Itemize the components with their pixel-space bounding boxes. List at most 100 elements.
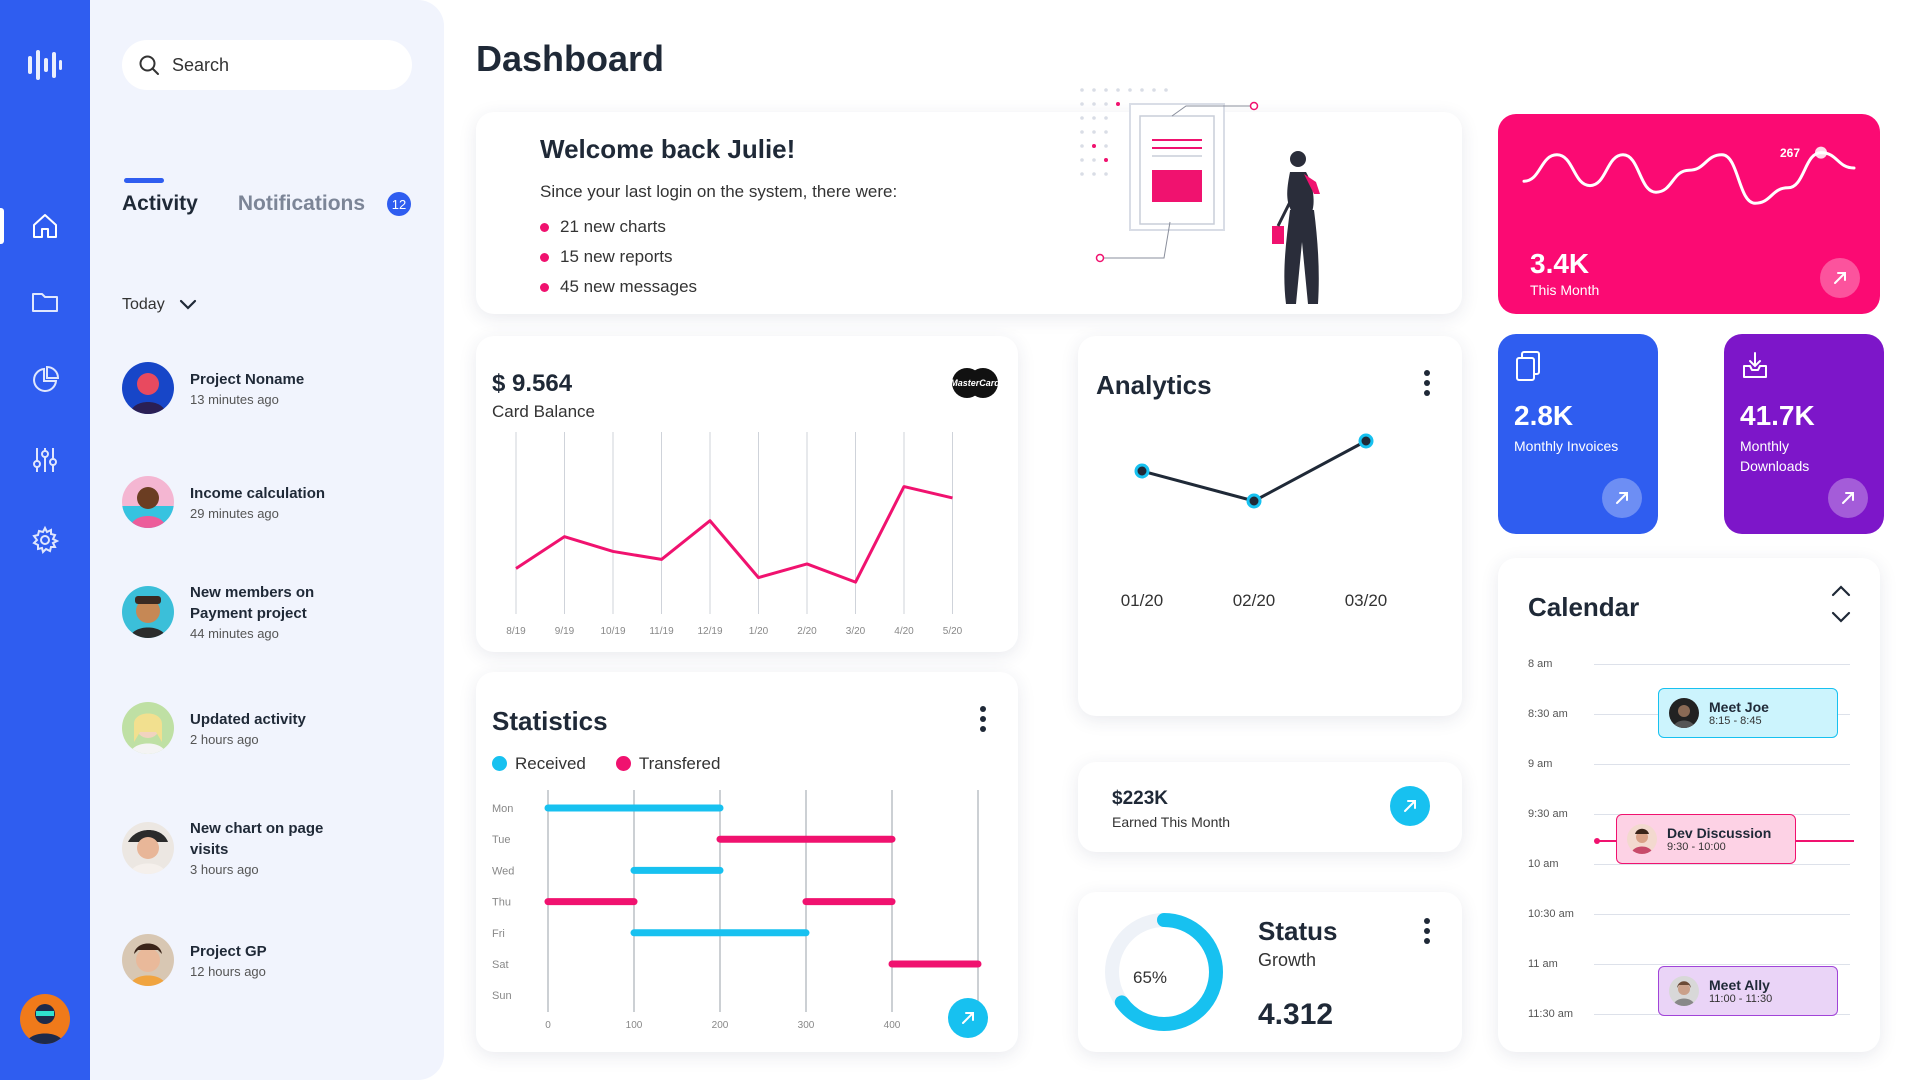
calendar-event[interactable]: Dev Discussion 9:30 - 10:00 (1616, 814, 1796, 864)
nav-rail (0, 0, 90, 1080)
status-menu-icon[interactable] (1420, 914, 1434, 948)
status-subtitle: Growth (1258, 950, 1317, 970)
list-item-time: 12 hours ago (190, 964, 266, 979)
statistics-x-tick: 100 (626, 1020, 643, 1031)
analytics-widget: Analytics 01/20 02/20 03/20 (1078, 336, 1462, 716)
calendar-widget: Calendar 8 am 8:30 am 9 am 9:30 am 10 am… (1498, 558, 1880, 1052)
earned-widget: $223K Earned This Month (1078, 762, 1462, 852)
downloads-open-button[interactable] (1828, 478, 1868, 518)
calendar-time-label: 8 am (1528, 658, 1553, 670)
nav-reports[interactable] (0, 352, 90, 408)
tab-notifications[interactable]: Notifications (238, 192, 365, 216)
this-month-peak-point (1815, 146, 1827, 159)
chevron-up-icon[interactable] (1830, 584, 1852, 598)
this-month-line-series (1522, 151, 1856, 205)
balance-x-tick: 8/19 (506, 626, 526, 637)
invoices-value: 2.8K (1514, 400, 1574, 431)
welcome-bullets: 21 new charts 15 new reports 45 new mess… (540, 212, 697, 302)
balance-amount: $ 9.564 (492, 370, 573, 397)
list-item[interactable]: Income calculation 29 minutes ago (122, 476, 350, 528)
list-item[interactable]: Project GP 12 hours ago (122, 934, 350, 986)
status-widget: 65% Status Growth 4.312 (1078, 892, 1462, 1052)
list-item-time: 3 hours ago (190, 862, 259, 877)
nav-settings[interactable] (0, 512, 90, 568)
status-value: 4.312 (1258, 998, 1334, 1031)
welcome-card: Welcome back Julie! Since your last logi… (476, 88, 1462, 314)
list-item-title: New chart on page visits (190, 820, 324, 858)
nav-filters[interactable] (0, 432, 90, 488)
statistics-x-tick: 0 (545, 1020, 551, 1031)
list-item[interactable]: New chart on page visits 3 hours ago (122, 818, 350, 877)
documents-icon (1516, 351, 1540, 381)
list-item[interactable]: Project Noname 13 minutes ago (122, 362, 350, 414)
statistics-widget: Statistics Received Transfered Mon Tue Wed… (476, 672, 1018, 1052)
list-item[interactable]: New members on Payment project 44 minutes… (122, 582, 350, 641)
list-item-time: 29 minutes ago (190, 506, 279, 521)
statistics-y-tick: Tue (492, 834, 511, 846)
statistics-y-tick: Sat (492, 959, 509, 971)
analytics-x-tick: 01/20 (1121, 591, 1164, 610)
list-item-title: Project GP (190, 943, 267, 960)
avatar (122, 821, 174, 874)
card-balance-widget: $ 9.564 Card Balance MasterCard 8/19 9/19… (476, 336, 1018, 652)
list-item-time: 13 minutes ago (190, 392, 279, 407)
this-month-sparkline (1522, 146, 1856, 205)
search-input[interactable] (172, 54, 392, 76)
statistics-legend: Received Transfered (492, 754, 720, 774)
welcome-title: Welcome back Julie! (540, 134, 796, 164)
statistics-y-tick: Sun (492, 990, 512, 1002)
pie-chart-icon (33, 365, 60, 392)
list-item[interactable]: Updated activity 2 hours ago (122, 702, 350, 754)
list-item-time: 2 hours ago (190, 732, 259, 747)
monthly-invoices-card: 2.8K Monthly Invoices (1498, 334, 1658, 534)
list-item-title: Updated activity (190, 711, 306, 728)
balance-x-tick: 4/20 (894, 626, 914, 637)
list-item-title: Income calculation (190, 485, 326, 502)
statistics-x-tick: 200 (712, 1020, 729, 1031)
legend-item-received: Received (492, 754, 586, 774)
this-month-open-button[interactable] (1820, 258, 1860, 298)
this-month-peak-label: 267 (1780, 146, 1801, 160)
analytics-x-tick: 03/20 (1345, 591, 1388, 610)
statistics-menu-icon[interactable] (976, 702, 990, 736)
calendar-event[interactable]: Meet Joe 8:15 - 8:45 (1658, 688, 1838, 738)
balance-x-tick: 10/19 (600, 626, 625, 637)
avatar (122, 362, 174, 414)
calendar-time-label: 9 am (1528, 758, 1553, 770)
nav-home[interactable] (0, 198, 90, 254)
earned-open-button[interactable] (1390, 786, 1430, 826)
calendar-time-row: 10:30 am (1528, 908, 1854, 928)
arrow-up-right-icon (1842, 492, 1854, 504)
invoices-open-button[interactable] (1602, 478, 1642, 518)
calendar-event[interactable]: Meet Ally 11:00 - 11:30 (1658, 966, 1838, 1016)
statistics-y-tick: Wed (492, 865, 514, 877)
avatar (122, 934, 174, 986)
balance-x-tick: 12/19 (697, 626, 722, 637)
sliders-icon (33, 448, 57, 472)
statistics-x-tick: 400 (884, 1020, 901, 1031)
welcome-lead: Since your last login on the system, the… (540, 182, 898, 201)
status-percent: 65% (1132, 968, 1168, 987)
event-time: 9:30 - 10:00 (1667, 841, 1726, 853)
welcome-bullet: 15 new reports (540, 242, 697, 272)
nav-folders[interactable] (0, 274, 90, 330)
tab-activity[interactable]: Activity (122, 178, 198, 216)
app-logo-icon (28, 50, 62, 80)
balance-line-chart: 8/19 9/19 10/19 11/19 12/19 1/20 2/20 3/20 4/20 5… (506, 432, 963, 637)
welcome-bullet: 45 new messages (540, 272, 697, 302)
chevron-down-icon[interactable] (1830, 610, 1852, 624)
statistics-open-button[interactable] (948, 998, 988, 1038)
activity-panel: Activity Notifications 12 Today Project … (90, 0, 444, 1080)
welcome-bullet: 21 new charts (540, 212, 697, 242)
calendar-time-label: 11 am (1528, 958, 1558, 970)
avatar (1627, 824, 1657, 854)
this-month-card: 267 3.4K This Month (1498, 114, 1880, 314)
statistics-y-tick: Thu (492, 897, 511, 909)
day-filter-dropdown[interactable]: Today (122, 296, 197, 314)
arrow-up-right-icon (1404, 800, 1416, 812)
avatar (122, 702, 174, 754)
day-filter-label: Today (122, 296, 165, 313)
search-box[interactable] (122, 40, 412, 90)
notifications-count-badge: 12 (387, 192, 412, 216)
user-avatar[interactable] (20, 994, 70, 1044)
